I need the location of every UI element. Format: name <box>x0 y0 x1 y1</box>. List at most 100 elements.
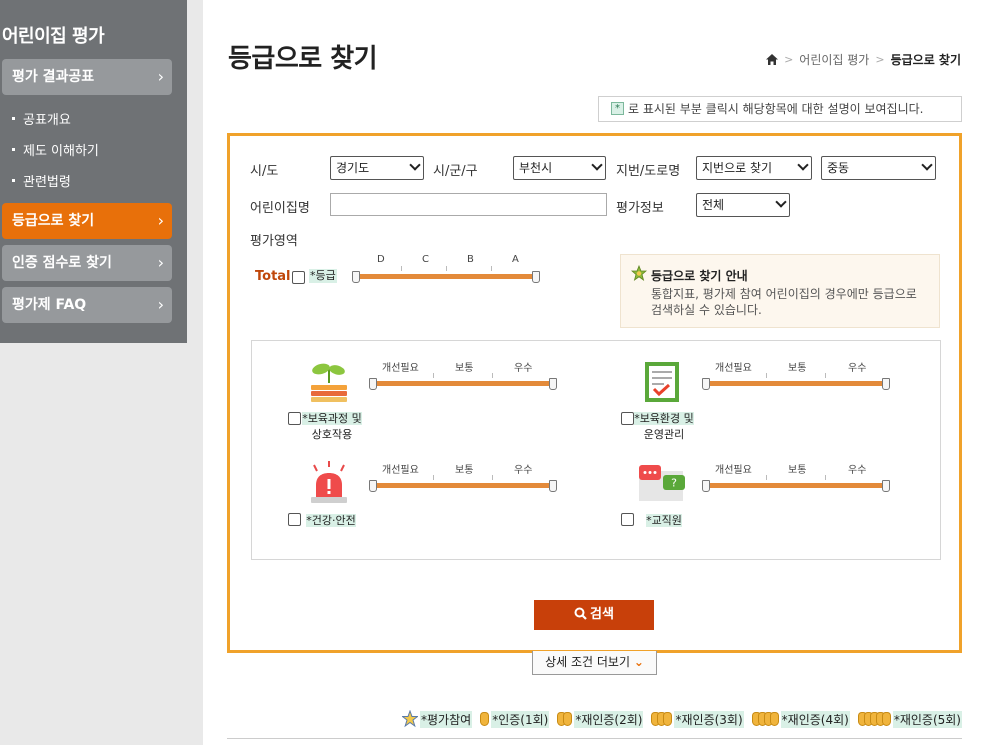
grade-tag[interactable]: *등급 <box>309 269 337 283</box>
area-slider-track[interactable] <box>373 483 553 488</box>
area-label[interactable]: *건강·안전 <box>306 513 356 529</box>
chevron-down-icon <box>797 159 809 171</box>
area-slider-max-handle[interactable] <box>882 480 890 492</box>
slider-tick <box>825 475 826 480</box>
bullet-icon <box>12 148 15 151</box>
search-icon <box>574 607 587 620</box>
sidebar-title: 어린이집 평가 <box>2 26 105 47</box>
medal-4-icon <box>751 712 779 726</box>
slider-tick-label: 보통 <box>455 363 474 374</box>
sidebar-item-grade-search[interactable]: 등급으로 찾기 › <box>2 203 172 239</box>
results-divider <box>227 738 962 739</box>
grade-slider-track[interactable] <box>356 274 536 279</box>
sidebar-subitem-overview[interactable]: 공표개요 <box>12 109 71 128</box>
sidebar-item-score-search[interactable]: 인증 점수로 찾기 › <box>2 245 172 281</box>
slider-tick-label: 보통 <box>788 363 807 374</box>
slider-tick <box>766 475 767 480</box>
area-checkbox[interactable] <box>621 412 634 425</box>
sido-label: 시/도 <box>250 164 279 179</box>
area-checkbox[interactable] <box>288 513 301 526</box>
grade-slider-max-handle[interactable] <box>532 271 540 283</box>
slider-tick <box>492 373 493 378</box>
chevron-down-icon: ⌄ <box>633 655 644 669</box>
area-slider-max-handle[interactable] <box>882 378 890 390</box>
slider-tick <box>491 266 492 271</box>
chevron-down-icon <box>591 159 603 171</box>
guide-title: 등급으로 찾기 안내 <box>651 269 748 283</box>
chevron-right-icon: › <box>157 295 164 314</box>
sido-select[interactable]: 경기도 <box>330 156 424 180</box>
legend-item[interactable]: *재인증(4회) <box>751 710 850 728</box>
bullet-icon <box>12 117 15 120</box>
daycare-name-label: 어린이집명 <box>250 201 310 216</box>
breadcrumb-current: 등급으로 찾기 <box>890 53 961 67</box>
chevron-down-icon <box>775 196 787 208</box>
sidebar-item-faq[interactable]: 평가제 FAQ › <box>2 287 172 323</box>
bullet-icon <box>12 179 15 182</box>
legend-item[interactable]: *재인증(2회) <box>557 710 644 728</box>
guide-text: 통합지표, 평가제 참여 어린이집의 경우에만 등급으로 검색하실 수 있습니다… <box>651 287 917 317</box>
daycare-name-input[interactable] <box>330 193 607 216</box>
area-checkbox[interactable] <box>621 513 634 526</box>
total-grade-checkbox[interactable] <box>292 271 305 284</box>
sidebar-subitem-laws[interactable]: 관련법령 <box>12 171 71 190</box>
svg-text:?: ? <box>671 477 677 490</box>
sidebar-item-results[interactable]: 평가 결과공표 › <box>2 59 172 95</box>
eval-area-label: 평가영역 <box>250 234 298 249</box>
chevron-down-icon <box>409 159 421 171</box>
sidebar-subitem-understand[interactable]: 제도 이해하기 <box>12 140 99 159</box>
slider-tick-label: B <box>467 254 474 265</box>
area-slider-min-handle[interactable] <box>369 480 377 492</box>
search-panel: 시/도 경기도 시/군/구 부천시 지번/도로명 지번으로 찾기 중동 어린이집… <box>227 133 962 653</box>
chevron-right-icon: › <box>157 253 164 272</box>
chevron-right-icon: > <box>784 53 794 66</box>
slider-tick <box>433 475 434 480</box>
dong-select[interactable]: 중동 <box>821 156 936 180</box>
address-type-select[interactable]: 지번으로 찾기 <box>696 156 812 180</box>
area-slider-track[interactable] <box>373 381 553 386</box>
sidebar-item-label: 인증 점수로 찾기 <box>12 255 112 271</box>
slider-tick-label: 개선필요 <box>715 363 752 374</box>
area-slider-max-handle[interactable] <box>549 378 557 390</box>
area-slider-min-handle[interactable] <box>369 378 377 390</box>
checklist-board-icon <box>645 362 679 402</box>
more-conditions-button[interactable]: 상세 조건 더보기 ⌄ <box>532 651 657 675</box>
sigungu-label: 시/군/구 <box>433 164 478 179</box>
legend-item[interactable]: *재인증(3회) <box>651 710 744 728</box>
eval-info-select[interactable]: 전체 <box>696 193 790 217</box>
home-icon[interactable] <box>766 54 779 65</box>
sidebar-item-label: 등급으로 찾기 <box>12 213 95 229</box>
slider-tick-label: 보통 <box>788 465 807 476</box>
area-slider-track[interactable] <box>706 483 886 488</box>
area-slider-max-handle[interactable] <box>549 480 557 492</box>
slider-tick <box>492 475 493 480</box>
sidebar-divider <box>187 0 203 343</box>
breadcrumb-item[interactable]: 어린이집 평가 <box>799 51 869 68</box>
help-note-text: 로 표시된 부분 클릭시 해당항목에 대한 설명이 보여집니다. <box>628 102 924 116</box>
total-label: Total <box>255 269 291 284</box>
area-slider-min-handle[interactable] <box>702 378 710 390</box>
chevron-down-icon <box>921 159 933 171</box>
search-button[interactable]: 검색 <box>534 600 654 630</box>
area-slider-min-handle[interactable] <box>702 480 710 492</box>
slider-tick-label: 개선필요 <box>382 465 419 476</box>
participation-star-icon <box>402 710 419 728</box>
breadcrumb: > 어린이집 평가 > 등급으로 찾기 <box>766 51 961 68</box>
medal-2-icon <box>557 712 573 726</box>
slider-tick-label: 우수 <box>514 465 533 476</box>
slider-tick-label: 개선필요 <box>715 465 752 476</box>
area-checkbox[interactable] <box>288 412 301 425</box>
sigungu-select[interactable]: 부천시 <box>513 156 606 180</box>
area-label[interactable]: *교직원 <box>644 513 684 529</box>
area-label[interactable]: *보육과정 및 상호작용 <box>302 411 362 443</box>
legend-item[interactable]: *재인증(5회) <box>857 710 962 728</box>
area-slider-track[interactable] <box>706 381 886 386</box>
grade-slider-min-handle[interactable] <box>352 271 360 283</box>
legend-item[interactable]: *평가참여 <box>402 710 473 728</box>
legend: *평가참여 *인증(1회) *재인증(2회) *재인증(3회) *재인증(4회)… <box>402 710 962 728</box>
medal-3-icon <box>651 712 673 726</box>
area-label[interactable]: *보육환경 및 운영관리 <box>634 411 694 443</box>
slider-tick-label: 우수 <box>848 465 867 476</box>
legend-item[interactable]: *인증(1회) <box>480 710 550 728</box>
speech-bubbles-icon: ? <box>639 465 685 501</box>
